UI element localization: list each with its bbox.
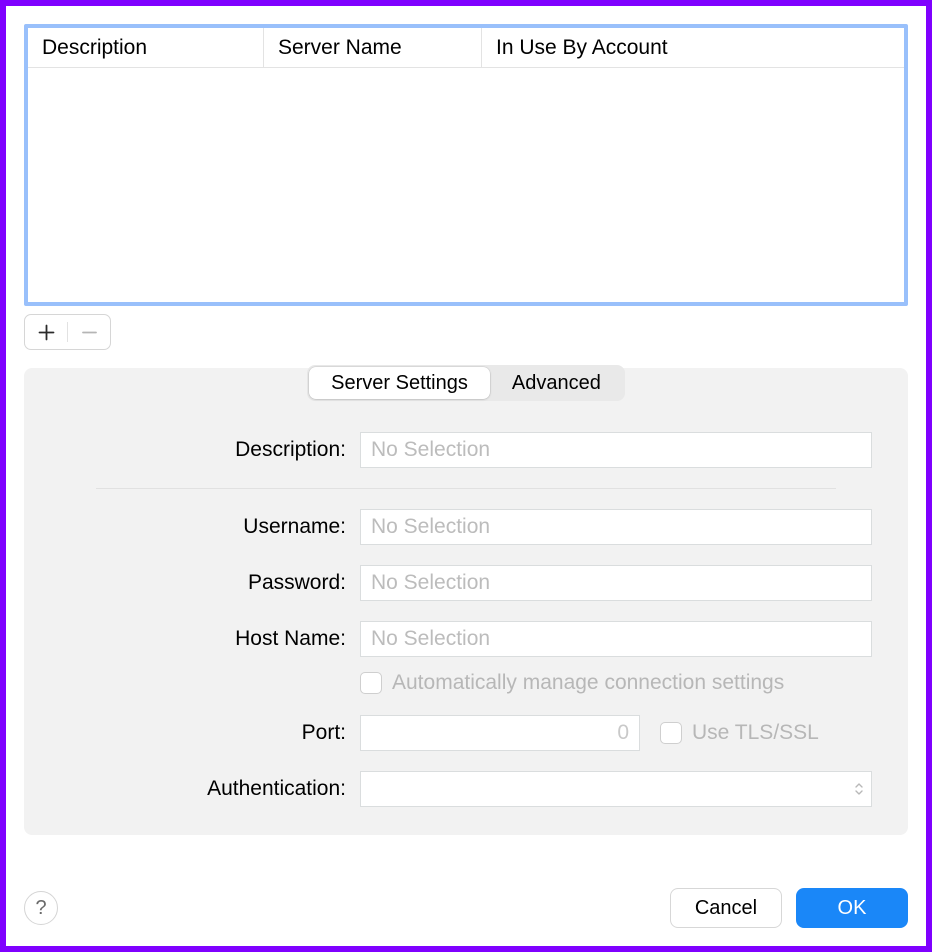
settings-panel: Server Settings Advanced Description: Us… xyxy=(24,368,908,835)
tab-segmented-control: Server Settings Advanced xyxy=(307,365,625,401)
col-header-description[interactable]: Description xyxy=(28,28,264,68)
use-tls-checkbox[interactable] xyxy=(660,722,682,744)
dialog-footer: ? Cancel OK xyxy=(24,888,908,928)
label-port: Port: xyxy=(60,721,360,745)
plus-icon xyxy=(38,324,55,341)
port-field[interactable] xyxy=(360,715,640,751)
authentication-select[interactable] xyxy=(360,771,872,807)
list-edit-buttons xyxy=(24,314,111,350)
col-header-in-use[interactable]: In Use By Account xyxy=(482,28,904,68)
help-icon: ? xyxy=(35,897,46,920)
help-button[interactable]: ? xyxy=(24,891,58,925)
auto-manage-text: Automatically manage connection settings xyxy=(392,671,784,695)
server-list-table[interactable]: Description Server Name In Use By Accoun… xyxy=(24,24,908,306)
use-tls-checkbox-label[interactable]: Use TLS/SSL xyxy=(660,721,819,745)
ok-button[interactable]: OK xyxy=(796,888,908,928)
label-description: Description: xyxy=(60,438,360,462)
label-host-name: Host Name: xyxy=(60,627,360,651)
auto-manage-checkbox-label[interactable]: Automatically manage connection settings xyxy=(360,671,872,695)
password-field[interactable] xyxy=(360,565,872,601)
cancel-button[interactable]: Cancel xyxy=(670,888,782,928)
add-button[interactable] xyxy=(25,315,67,349)
window-frame: Description Server Name In Use By Accoun… xyxy=(0,0,932,952)
remove-button[interactable] xyxy=(68,315,110,349)
table-body-empty xyxy=(28,68,904,302)
username-field[interactable] xyxy=(360,509,872,545)
form-divider xyxy=(96,488,836,489)
use-tls-text: Use TLS/SSL xyxy=(692,721,819,745)
label-authentication: Authentication: xyxy=(60,777,360,801)
label-username: Username: xyxy=(60,515,360,539)
server-settings-form: Description: Username: Password: Hos xyxy=(24,404,908,807)
minus-icon xyxy=(81,324,98,341)
description-field[interactable] xyxy=(360,432,872,468)
table-header: Description Server Name In Use By Accoun… xyxy=(28,28,904,68)
col-header-server-name[interactable]: Server Name xyxy=(264,28,482,68)
tab-server-settings[interactable]: Server Settings xyxy=(309,367,490,399)
auto-manage-checkbox[interactable] xyxy=(360,672,382,694)
host-name-field[interactable] xyxy=(360,621,872,657)
label-password: Password: xyxy=(60,571,360,595)
tab-advanced[interactable]: Advanced xyxy=(490,367,623,399)
